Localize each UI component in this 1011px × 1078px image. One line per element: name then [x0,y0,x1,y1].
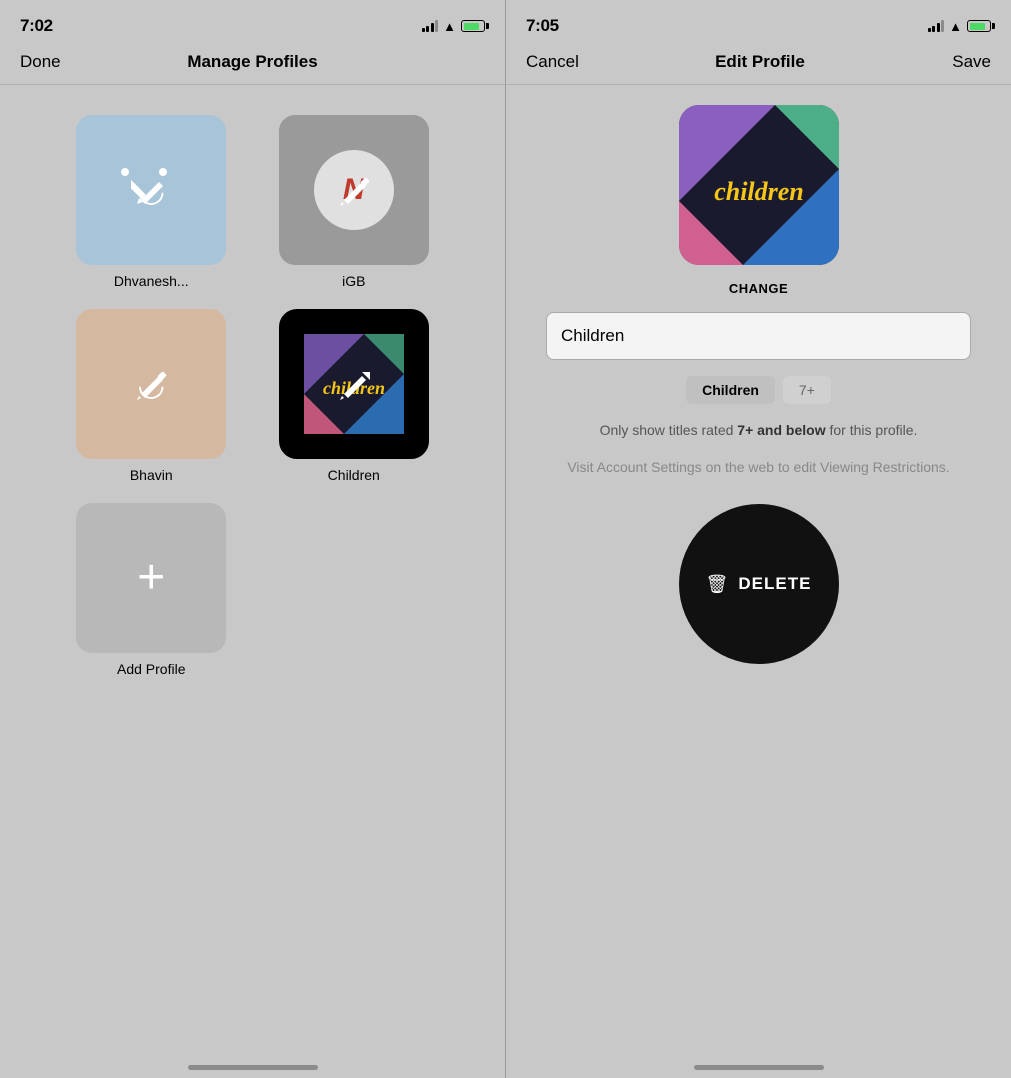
profile-igb[interactable]: N iGB [279,115,429,289]
edit-content: children CHANGE Children 7+ Only show ti… [506,85,1011,684]
avatar-children: children [279,309,429,459]
right-screen: 7:05 ▲ Cancel Edit Profile Save [506,0,1011,1078]
profile-children[interactable]: children Children [279,309,429,483]
save-button[interactable]: Save [941,52,991,72]
name-input[interactable] [546,312,971,360]
right-signal-icon [928,20,945,32]
left-status-icons: ▲ [422,19,485,34]
left-time: 7:02 [20,16,53,36]
right-wifi-icon: ▲ [949,19,962,34]
add-plus-icon: + [137,554,165,602]
battery-icon [461,20,485,32]
left-home-indicator [188,1065,318,1070]
account-settings-text: Visit Account Settings on the web to edi… [537,457,979,478]
profile-name-dhvanesh: Dhvanesh... [114,273,189,289]
left-screen: 7:02 ▲ Done Manage Profiles [0,0,505,1078]
wifi-icon: ▲ [443,19,456,34]
pencil-overlay-bhavin [131,364,171,404]
delete-label: DELETE [738,574,811,594]
profile-name-children: Children [328,467,380,483]
trash-icon: 🗑 [706,574,729,595]
left-nav-bar: Done Manage Profiles [0,44,505,84]
profiles-grid: ◡ Dhvanesh... N iGB [0,85,505,707]
add-profile-label: Add Profile [117,661,185,677]
profile-name-bhavin: Bhavin [130,467,173,483]
pencil-overlay-igb [334,170,374,210]
profile-dhvanesh[interactable]: ◡ Dhvanesh... [76,115,226,289]
children-logo-large: children [679,105,839,265]
cancel-button[interactable]: Cancel [526,52,579,72]
right-status-icons: ▲ [928,19,991,34]
avatar-dhvanesh: ◡ [76,115,226,265]
right-nav-title: Edit Profile [715,52,805,72]
rating-7plus-button[interactable]: 7+ [783,376,831,404]
done-button[interactable]: Done [20,52,70,72]
name-input-container [526,312,991,360]
pencil-overlay-children [334,364,374,404]
add-profile-box: + [76,503,226,653]
signal-icon [422,20,439,32]
right-time: 7:05 [526,16,559,36]
right-home-indicator [694,1065,824,1070]
profile-name-igb: iGB [342,273,365,289]
rating-info: Only show titles rated 7+ and below for … [580,420,938,441]
change-label[interactable]: CHANGE [729,281,788,296]
left-nav-title: Manage Profiles [187,52,317,72]
profile-bhavin[interactable]: ◡ Bhavin [76,309,226,483]
profile-icon-large: children [679,105,839,265]
svg-text:children: children [714,177,804,206]
avatar-bhavin: ◡ [76,309,226,459]
right-status-bar: 7:05 ▲ [506,0,1011,44]
right-nav-bar: Cancel Edit Profile Save [506,44,1011,84]
right-battery-icon [967,20,991,32]
rating-children-button[interactable]: Children [686,376,775,404]
rating-buttons: Children 7+ [686,376,831,404]
add-profile-button[interactable]: + Add Profile [76,503,226,677]
avatar-igb: N [279,115,429,265]
delete-button[interactable]: 🗑 DELETE [679,504,839,664]
left-status-bar: 7:02 ▲ [0,0,505,44]
